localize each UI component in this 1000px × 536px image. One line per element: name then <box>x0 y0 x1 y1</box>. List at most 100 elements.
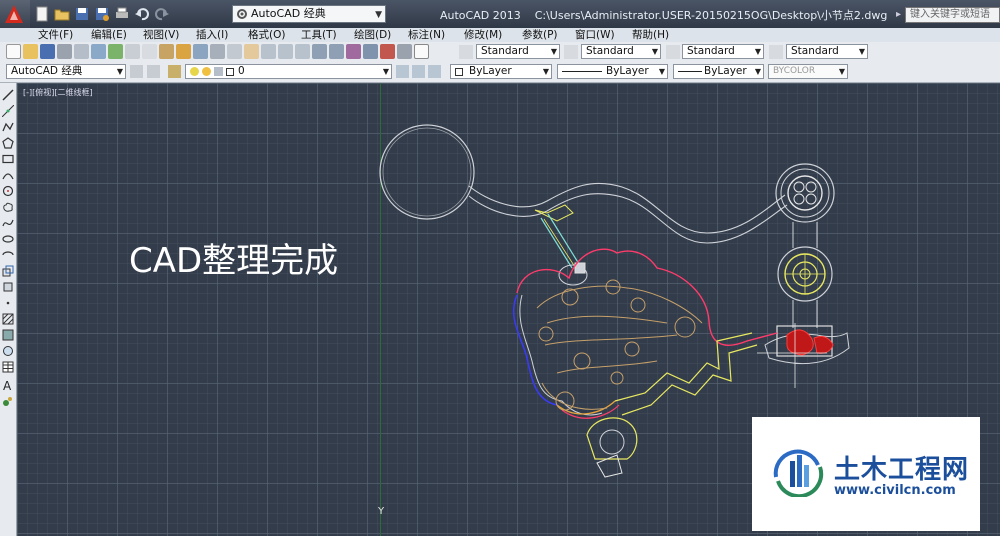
layer-previous-icon[interactable] <box>412 65 425 78</box>
watermark: 土木工程网 www.civilcn.com <box>752 417 980 531</box>
plot-style-select[interactable]: BYCOLOR ▼ <box>768 64 848 79</box>
expand-arrow-icon[interactable]: ▸ <box>896 9 901 20</box>
chevron-down-icon: ▼ <box>550 47 557 56</box>
spline-icon[interactable] <box>2 217 14 229</box>
ellipse-icon[interactable] <box>2 233 14 245</box>
application-menu-button[interactable] <box>0 0 30 28</box>
chevron-down-icon: ▼ <box>542 67 549 76</box>
mleader-style-select[interactable]: Standard ▼ <box>786 44 868 59</box>
save-as-icon[interactable] <box>94 6 110 22</box>
help-icon[interactable] <box>414 44 429 59</box>
lineweight-select[interactable]: ByLayer ▼ <box>673 64 764 79</box>
menu-window[interactable]: 窗口(W) <box>575 28 615 42</box>
polygon-icon[interactable] <box>2 137 14 149</box>
menu-dimension[interactable]: 标注(N) <box>408 28 445 42</box>
color-select[interactable]: ByLayer ▼ <box>450 64 552 79</box>
ellipse-arc-icon[interactable] <box>2 249 14 261</box>
plot-preview-icon[interactable] <box>74 44 89 59</box>
markup-icon[interactable] <box>380 44 395 59</box>
workspace-select[interactable]: AutoCAD 经典 ▼ <box>6 64 126 79</box>
menu-view[interactable]: 视图(V) <box>143 28 179 42</box>
tool-palettes-icon[interactable] <box>346 44 361 59</box>
menu-edit[interactable]: 编辑(E) <box>91 28 127 42</box>
add-selected-icon[interactable] <box>2 395 14 407</box>
publish-icon[interactable] <box>91 44 106 59</box>
open-folder-icon[interactable] <box>54 6 70 22</box>
new-icon[interactable] <box>6 44 21 59</box>
design-center-icon[interactable] <box>329 44 344 59</box>
workspace-switcher[interactable]: AutoCAD 经典 ▼ <box>232 5 386 23</box>
zoom-previous-icon[interactable] <box>295 44 310 59</box>
make-block-icon[interactable] <box>2 281 14 293</box>
point-icon[interactable] <box>2 297 14 309</box>
3d-dwf-icon[interactable] <box>108 44 123 59</box>
watermark-name: 土木工程网 <box>834 455 970 485</box>
text-style-select[interactable]: Standard ▼ <box>476 44 560 59</box>
text-style-icon <box>459 45 473 59</box>
menu-file[interactable]: 文件(F) <box>38 28 73 42</box>
circle-icon[interactable] <box>2 185 14 197</box>
lineweight-preview <box>678 71 702 72</box>
menu-insert[interactable]: 插入(I) <box>196 28 228 42</box>
calculator-icon[interactable] <box>397 44 412 59</box>
app-title: AutoCAD 2013 <box>440 9 521 22</box>
save-icon[interactable] <box>40 44 55 59</box>
redo-icon[interactable] <box>227 44 242 59</box>
menu-draw[interactable]: 绘图(D) <box>354 28 391 42</box>
customize-icon[interactable] <box>147 65 160 78</box>
table-icon[interactable] <box>2 361 14 373</box>
insert-block-icon[interactable] <box>2 265 14 277</box>
layer-value: 0 <box>238 65 245 77</box>
pan-icon[interactable] <box>244 44 259 59</box>
revision-cloud-icon[interactable] <box>2 201 14 213</box>
table-style-select[interactable]: Standard ▼ <box>682 44 764 59</box>
linetype-preview <box>562 71 602 72</box>
properties-icon[interactable] <box>312 44 327 59</box>
plot-icon[interactable] <box>114 6 130 22</box>
block-editor-icon[interactable] <box>193 44 208 59</box>
y-axis-label: Y <box>378 506 385 517</box>
menu-modify[interactable]: 修改(M) <box>464 28 502 42</box>
search-input[interactable]: 键入关键字或短语 <box>905 7 1000 23</box>
plot-icon[interactable] <box>57 44 72 59</box>
file-path: C:\Users\Administrator.USER-20150215OG\D… <box>534 9 888 22</box>
multiline-text-icon[interactable]: A <box>2 379 14 391</box>
layer-properties-icon[interactable] <box>168 65 181 78</box>
menu-format[interactable]: 格式(O) <box>248 28 285 42</box>
construction-line-icon[interactable] <box>2 105 14 117</box>
redo-icon[interactable] <box>154 6 170 22</box>
make-current-icon[interactable] <box>396 65 409 78</box>
copy-icon[interactable] <box>142 44 157 59</box>
chevron-down-icon: ▼ <box>116 67 123 76</box>
menu-parametric[interactable]: 参数(P) <box>522 28 558 42</box>
quick-access-toolbar <box>34 5 170 23</box>
workspace-value: AutoCAD 经典 <box>11 65 83 77</box>
gradient-icon[interactable] <box>2 329 14 341</box>
open-icon[interactable] <box>23 44 38 59</box>
rectangle-icon[interactable] <box>2 153 14 165</box>
layer-state-icon[interactable] <box>428 65 441 78</box>
paste-icon[interactable] <box>159 44 174 59</box>
menu-help[interactable]: 帮助(H) <box>632 28 669 42</box>
polyline-icon[interactable] <box>2 121 14 133</box>
line-icon[interactable] <box>2 89 14 101</box>
region-icon[interactable] <box>2 345 14 357</box>
arc-icon[interactable] <box>2 169 14 181</box>
layer-select[interactable]: 0 ▼ <box>185 64 392 79</box>
zoom-window-icon[interactable] <box>278 44 293 59</box>
chevron-down-icon: ▼ <box>754 47 761 56</box>
undo-icon[interactable] <box>210 44 225 59</box>
cut-icon[interactable] <box>125 44 140 59</box>
save-icon[interactable] <box>74 6 90 22</box>
menu-tools[interactable]: 工具(T) <box>301 28 337 42</box>
zoom-realtime-icon[interactable] <box>261 44 276 59</box>
hatch-icon[interactable] <box>2 313 14 325</box>
new-file-icon[interactable] <box>34 6 50 22</box>
linetype-select[interactable]: ByLayer ▼ <box>557 64 668 79</box>
sheet-set-icon[interactable] <box>363 44 378 59</box>
dim-style-value: Standard <box>586 45 634 57</box>
undo-icon[interactable] <box>134 6 150 22</box>
match-properties-icon[interactable] <box>176 44 191 59</box>
dim-style-select[interactable]: Standard ▼ <box>581 44 661 59</box>
gear-icon[interactable] <box>130 65 143 78</box>
